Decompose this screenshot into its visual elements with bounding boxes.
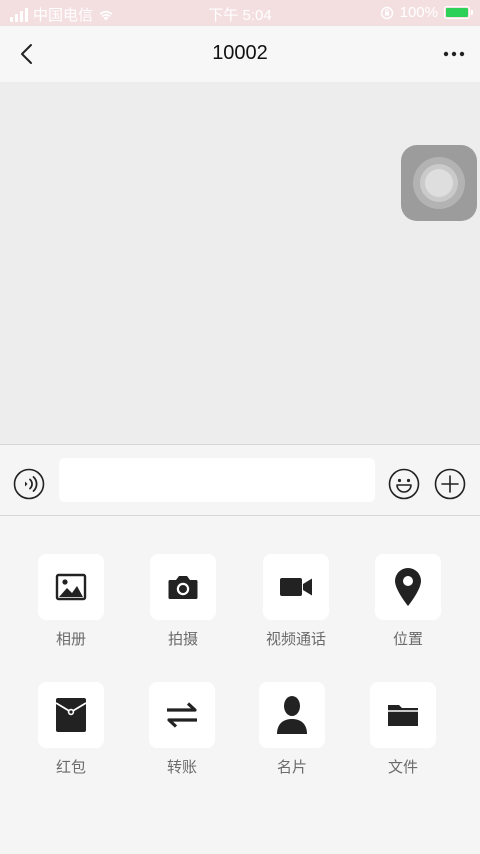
transfer-icon — [167, 702, 197, 728]
tool-camera-tile[interactable] — [150, 554, 216, 620]
tool-video-call-label: 视频通话 — [265, 631, 326, 648]
nav-bar: 10002 — [0, 26, 480, 82]
tool-red-packet[interactable]: 红包 — [26, 682, 116, 777]
battery-fill — [446, 8, 468, 17]
red-packet-icon — [55, 698, 87, 732]
tool-file[interactable]: 文件 — [358, 682, 448, 777]
tool-album[interactable]: 相册 — [26, 554, 116, 649]
tool-camera[interactable]: 拍摄 — [138, 554, 228, 649]
contact-card-icon — [277, 696, 307, 734]
tool-album-label: 相册 — [55, 631, 86, 648]
tool-transfer-tile[interactable] — [149, 682, 215, 748]
location-icon — [395, 568, 421, 606]
assistive-touch-button[interactable] — [401, 145, 477, 221]
tool-location-label: 位置 — [392, 631, 423, 648]
input-bar — [0, 444, 480, 516]
page-title: 10002 — [212, 42, 268, 64]
tool-file-label: 文件 — [387, 759, 418, 776]
tool-video-call[interactable]: 视频通话 — [251, 554, 341, 649]
plus-circle-icon[interactable] — [434, 468, 466, 500]
orientation-lock-icon — [380, 6, 393, 19]
folder-icon — [388, 705, 418, 726]
camera-icon — [168, 576, 198, 599]
battery-icon — [444, 6, 473, 19]
video-call-icon — [280, 578, 312, 596]
battery-percent: 100% — [399, 4, 438, 21]
tools-panel: 相册 拍摄 视频通话 位置 红包 转账 名片 文件 — [0, 516, 480, 854]
tool-contact-card-tile[interactable] — [259, 682, 325, 748]
tool-camera-label: 拍摄 — [167, 631, 198, 648]
voice-icon[interactable] — [13, 468, 45, 500]
emoji-icon[interactable] — [388, 468, 420, 500]
tool-transfer-label: 转账 — [166, 759, 197, 776]
message-input[interactable] — [59, 458, 375, 502]
photo-icon — [55, 573, 87, 601]
tool-location-tile[interactable] — [375, 554, 441, 620]
tool-location[interactable]: 位置 — [363, 554, 453, 649]
tool-contact-card-label: 名片 — [276, 759, 307, 776]
tool-album-tile[interactable] — [38, 554, 104, 620]
tool-transfer[interactable]: 转账 — [137, 682, 227, 777]
more-icon[interactable] — [442, 44, 466, 64]
status-right: 100% — [380, 4, 473, 21]
tool-red-packet-label: 红包 — [55, 759, 86, 776]
tool-file-tile[interactable] — [370, 682, 436, 748]
tool-red-packet-tile[interactable] — [38, 682, 104, 748]
tool-contact-card[interactable]: 名片 — [247, 682, 337, 777]
chat-area[interactable] — [0, 82, 480, 444]
status-bar: 中国电信 下午 5:04 100% — [0, 0, 480, 26]
tool-video-call-tile[interactable] — [263, 554, 329, 620]
